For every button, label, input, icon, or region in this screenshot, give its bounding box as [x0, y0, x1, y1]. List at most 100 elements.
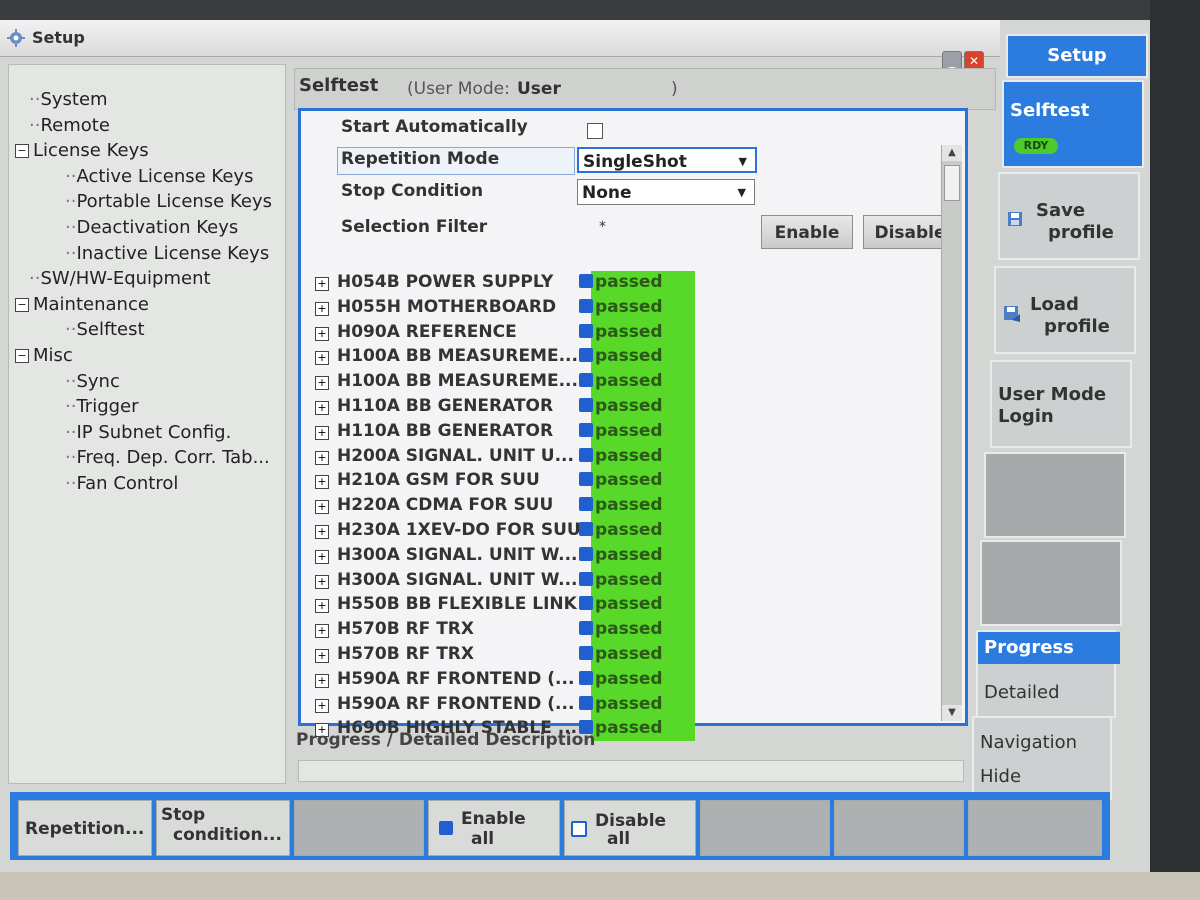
repetition-mode-select[interactable]: SingleShot ▼ — [577, 147, 757, 173]
test-row[interactable]: + H210A GSM FOR SUU passed — [315, 469, 715, 494]
expand-icon[interactable]: + — [315, 500, 329, 515]
test-row[interactable]: + H570B RF TRX passed — [315, 618, 715, 643]
test-row[interactable]: + H230A 1XEV-DO FOR SUU passed — [315, 519, 715, 544]
expand-icon[interactable]: + — [315, 277, 329, 291]
empty-softkey-2[interactable] — [980, 540, 1122, 626]
test-list-scrollbar[interactable]: ▲ ▼ — [941, 145, 962, 721]
test-row[interactable]: + H200A SIGNAL. UNIT U... passed — [315, 445, 715, 470]
test-enabled-checkbox[interactable] — [579, 546, 593, 561]
collapse-icon[interactable]: − — [15, 349, 29, 363]
empty-softkey-1[interactable] — [984, 452, 1126, 538]
stop-condition-softkey[interactable]: Stop condition... — [156, 800, 290, 856]
expand-icon[interactable]: + — [315, 574, 329, 589]
tree-item[interactable]: ··Selftest — [65, 319, 145, 340]
test-row[interactable]: + H110A BB GENERATOR passed — [315, 395, 715, 420]
test-enabled-checkbox[interactable] — [579, 522, 593, 536]
scroll-thumb[interactable] — [944, 165, 960, 201]
selection-filter-input[interactable]: * — [599, 219, 606, 235]
collapse-icon[interactable]: − — [15, 297, 29, 312]
load-profile-softkey[interactable]: Load profile — [994, 266, 1136, 354]
expand-icon[interactable]: + — [315, 376, 329, 391]
start-automatically-checkbox[interactable] — [587, 123, 603, 139]
disable-all-softkey[interactable]: Disable all — [564, 800, 696, 856]
test-enabled-checkbox[interactable] — [579, 596, 593, 611]
test-row[interactable]: + H100A BB MEASUREME... passed — [315, 345, 715, 370]
tree-item[interactable]: − Maintenance — [15, 294, 149, 315]
expand-icon[interactable]: + — [315, 351, 329, 366]
test-enabled-checkbox[interactable] — [579, 497, 593, 512]
progress-detailed-softkey[interactable]: Progress Detailed — [976, 630, 1120, 718]
expand-icon[interactable]: + — [315, 624, 329, 639]
test-status: passed — [595, 495, 663, 516]
empty-bottom-softkey-3[interactable] — [834, 800, 964, 856]
test-row[interactable]: + H110A BB GENERATOR passed — [315, 420, 715, 445]
test-row[interactable]: + H570B RF TRX passed — [315, 643, 715, 668]
test-row[interactable]: + H300A SIGNAL. UNIT W... passed — [315, 569, 715, 594]
navigation-hide-softkey[interactable]: Navigation Hide — [972, 716, 1112, 800]
test-row[interactable]: + H055H MOTHERBOARD passed — [315, 296, 715, 321]
tree-item[interactable]: ··System — [29, 89, 108, 110]
test-enabled-checkbox[interactable] — [579, 571, 593, 586]
test-enabled-checkbox[interactable] — [579, 274, 593, 288]
test-enabled-checkbox[interactable] — [579, 323, 593, 338]
enable-all-softkey[interactable]: Enable all — [428, 800, 560, 856]
expand-icon[interactable]: + — [315, 425, 329, 440]
expand-icon[interactable]: + — [315, 301, 329, 316]
test-row[interactable]: + H590A RF FRONTEND (... passed — [315, 668, 715, 693]
repetition-softkey[interactable]: Repetition... — [18, 800, 152, 856]
stop-condition-select[interactable]: None ▼ — [577, 179, 755, 205]
expand-icon[interactable]: + — [315, 326, 329, 341]
save-profile-softkey[interactable]: Save profile — [998, 172, 1140, 260]
test-row[interactable]: + H090A REFERENCE passed — [315, 321, 715, 346]
test-enabled-checkbox[interactable] — [579, 447, 593, 462]
empty-bottom-softkey-4[interactable] — [968, 800, 1102, 856]
test-enabled-checkbox[interactable] — [579, 670, 593, 685]
tree-item[interactable]: − Misc — [15, 345, 73, 366]
collapse-icon[interactable]: − — [15, 144, 29, 159]
test-enabled-checkbox[interactable] — [579, 298, 593, 313]
expand-icon[interactable]: + — [315, 525, 329, 539]
user-mode-login-softkey[interactable]: User Mode Login — [990, 360, 1132, 448]
test-row[interactable]: + H100A BB MEASUREME... passed — [315, 370, 715, 395]
test-enabled-checkbox[interactable] — [579, 695, 593, 710]
test-row[interactable]: + H590A RF FRONTEND (... passed — [315, 693, 715, 718]
test-enabled-checkbox[interactable] — [579, 373, 593, 388]
tree-item[interactable]: ··Portable License Keys — [65, 191, 272, 212]
test-enabled-checkbox[interactable] — [579, 621, 593, 636]
tree-item[interactable]: ··Freq. Dep. Corr. Tab... — [65, 447, 270, 468]
test-enabled-checkbox[interactable] — [579, 646, 593, 660]
test-row[interactable]: + H550B BB FLEXIBLE LINK passed — [315, 593, 715, 618]
selftest-softkey[interactable]: Selftest RDY — [1002, 80, 1144, 168]
enable-button[interactable]: Enable — [761, 215, 853, 249]
tree-item[interactable]: ··Fan Control — [65, 473, 178, 494]
tree-item[interactable]: ··Sync — [65, 371, 120, 392]
scroll-down-icon[interactable]: ▼ — [942, 705, 962, 721]
tree-item[interactable]: ··IP Subnet Config. — [65, 422, 231, 443]
expand-icon[interactable]: + — [315, 450, 329, 465]
tree-item[interactable]: ··Deactivation Keys — [65, 217, 238, 238]
tree-item[interactable]: ··Active License Keys — [65, 166, 253, 187]
expand-icon[interactable]: + — [315, 475, 329, 490]
expand-icon[interactable]: + — [315, 549, 329, 564]
empty-bottom-softkey-1[interactable] — [294, 800, 424, 856]
tree-item[interactable]: ··Inactive License Keys — [65, 243, 269, 264]
empty-bottom-softkey-2[interactable] — [700, 800, 830, 856]
test-enabled-checkbox[interactable] — [579, 348, 593, 363]
expand-icon[interactable]: + — [315, 599, 329, 614]
test-row[interactable]: + H054B POWER SUPPLY passed — [315, 271, 715, 296]
tree-item[interactable]: ··SW/HW-Equipment — [29, 268, 211, 289]
expand-icon[interactable]: + — [315, 698, 329, 713]
scroll-up-icon[interactable]: ▲ — [942, 145, 962, 161]
test-row[interactable]: + H300A SIGNAL. UNIT W... passed — [315, 544, 715, 569]
test-row[interactable]: + H220A CDMA FOR SUU passed — [315, 494, 715, 519]
tree-item[interactable]: ··Trigger — [65, 396, 139, 417]
test-enabled-checkbox[interactable] — [579, 472, 593, 487]
expand-icon[interactable]: + — [315, 401, 329, 415]
test-enabled-checkbox[interactable] — [579, 398, 593, 412]
tree-item[interactable]: ··Remote — [29, 115, 110, 136]
tree-item[interactable]: − License Keys — [15, 140, 149, 161]
test-enabled-checkbox[interactable] — [579, 422, 593, 437]
setup-softkey[interactable]: Setup — [1006, 34, 1148, 78]
expand-icon[interactable]: + — [315, 673, 329, 688]
expand-icon[interactable]: + — [315, 649, 329, 663]
